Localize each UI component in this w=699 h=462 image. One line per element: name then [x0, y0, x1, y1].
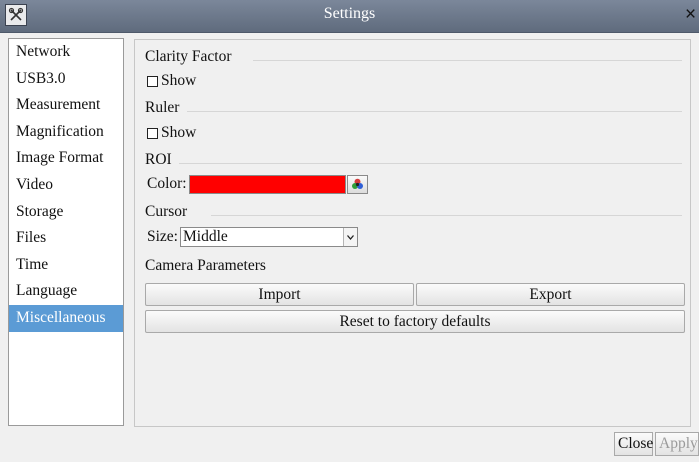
roi-color-label: Color:	[147, 175, 187, 192]
clarity-factor-heading: Clarity Factor	[145, 48, 232, 65]
chevron-down-icon[interactable]	[343, 228, 357, 246]
sidebar-item-magnification[interactable]: Magnification	[9, 119, 123, 146]
ruler-show-label: Show	[161, 124, 197, 141]
apply-button: Apply	[655, 432, 699, 456]
sidebar-item-measurement[interactable]: Measurement	[9, 92, 123, 119]
title-bar: Settings ×	[0, 0, 699, 33]
export-button[interactable]: Export	[416, 283, 685, 306]
sidebar-item-usb3-0[interactable]: USB3.0	[9, 66, 123, 93]
sidebar-item-storage[interactable]: Storage	[9, 199, 123, 226]
section-divider	[253, 60, 682, 61]
section-divider	[187, 111, 682, 112]
sidebar-item-time[interactable]: Time	[9, 252, 123, 279]
sidebar-item-image-format[interactable]: Image Format	[9, 145, 123, 172]
close-icon[interactable]: ×	[685, 3, 699, 27]
cursor-heading: Cursor	[145, 203, 188, 220]
window-title: Settings	[323, 5, 376, 22]
reset-to-factory-defaults-button[interactable]: Reset to factory defaults	[145, 310, 685, 333]
ruler-heading: Ruler	[145, 99, 180, 116]
sidebar-item-files[interactable]: Files	[9, 225, 123, 252]
sidebar-item-video[interactable]: Video	[9, 172, 123, 199]
checkbox-box[interactable]	[147, 76, 158, 87]
roi-heading: ROI	[145, 151, 172, 168]
ruler-show-checkbox[interactable]: Show	[147, 124, 196, 142]
miscellaneous-panel: Clarity Factor Show Ruler Show ROI Color…	[134, 39, 691, 427]
cursor-size-row: Size: Middle	[147, 227, 358, 247]
roi-color-swatch[interactable]	[188, 175, 346, 194]
cursor-size-label: Size:	[147, 228, 178, 245]
import-button[interactable]: Import	[145, 283, 414, 306]
checkbox-box[interactable]	[147, 128, 158, 139]
settings-category-list: Network USB3.0 Measurement Magnification Ima…	[8, 38, 124, 426]
section-divider	[179, 163, 682, 164]
camera-parameters-heading: Camera Parameters	[145, 257, 266, 274]
sidebar-item-language[interactable]: Language	[9, 278, 123, 305]
roi-color-row: Color:	[147, 174, 368, 194]
cursor-size-select[interactable]: Middle	[180, 227, 358, 247]
section-divider	[211, 215, 682, 216]
cursor-size-value: Middle	[183, 228, 228, 245]
sidebar-item-network[interactable]: Network	[9, 39, 123, 66]
color-palette-icon[interactable]	[346, 174, 368, 194]
sidebar-item-miscellaneous[interactable]: Miscellaneous	[9, 304, 123, 332]
clarity-factor-show-label: Show	[161, 72, 197, 89]
clarity-factor-show-checkbox[interactable]: Show	[147, 72, 196, 90]
close-button[interactable]: Close	[614, 432, 653, 456]
